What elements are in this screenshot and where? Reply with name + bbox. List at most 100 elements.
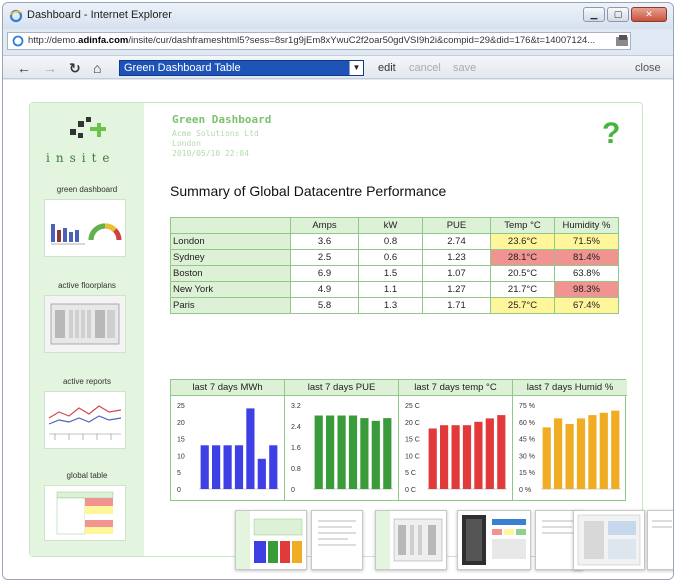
table-row: London 3.6 0.8 2.74 23.6°C 71.5%	[171, 234, 619, 250]
y-tick-label: 10 C	[405, 453, 420, 460]
sidebar-item-active-reports-label[interactable]: active reports	[30, 377, 144, 386]
y-tick-label: 0.8	[291, 466, 301, 473]
column-header	[171, 218, 291, 234]
chart-bar	[372, 421, 380, 489]
chart-temp: last 7 days temp °C 0 C5 C10 C15 C20 C25…	[399, 380, 513, 500]
y-tick-label: 30 %	[519, 453, 535, 460]
address-path: /insite/cur/dashframeshtml5?sess=8sr1g9j…	[128, 35, 595, 46]
column-header-temp: Temp °C	[491, 218, 555, 234]
back-arrow-icon[interactable]: ←	[17, 60, 31, 76]
chart-bar	[383, 418, 391, 489]
y-tick-label: 45 %	[519, 437, 535, 444]
address-bar[interactable]: http://demo.adinfa.com/insite/cur/dashfr…	[7, 32, 631, 50]
pue-cell: 1.27	[423, 282, 491, 298]
floorplan-thumbnail	[45, 296, 125, 352]
maximize-button[interactable]: ▢	[607, 7, 629, 22]
chart-bar	[258, 459, 266, 489]
city-cell: Paris	[171, 298, 291, 314]
y-tick-label: 0	[291, 487, 295, 494]
cancel-button[interactable]: cancel	[409, 62, 441, 74]
y-tick-label: 10	[177, 453, 185, 460]
sidebar-item-global-table-label[interactable]: global table	[30, 471, 144, 480]
compatibility-view-icon[interactable]	[615, 34, 629, 48]
chart-title: last 7 days MWh	[171, 380, 284, 396]
humidity-cell: 71.5%	[555, 234, 619, 250]
view-selector[interactable]: Green Dashboard Table ▼	[119, 60, 364, 76]
close-window-button[interactable]: ✕	[631, 7, 667, 22]
browser-window: Dashboard - Internet Explorer ▁ ▢ ✕ http…	[2, 2, 674, 580]
column-header-amps: Amps	[291, 218, 359, 234]
sidebar-item-green-dashboard-label[interactable]: green dashboard	[30, 185, 144, 194]
sidebar: insite green dashboard ac	[30, 103, 144, 556]
y-tick-label: 20	[177, 420, 185, 427]
amps-cell: 6.9	[291, 266, 359, 282]
forward-arrow-icon[interactable]: →	[43, 60, 57, 76]
y-tick-label: 1.6	[291, 445, 301, 452]
table-header-row: Amps kW PUE Temp °C Humidity %	[171, 218, 619, 234]
minimize-button[interactable]: ▁	[583, 7, 605, 22]
sidebar-item-green-dashboard[interactable]	[44, 199, 126, 257]
close-button[interactable]: close	[635, 62, 661, 74]
edit-button[interactable]: edit	[378, 62, 396, 74]
chart-bar	[554, 418, 562, 489]
humidity-chart-svg: 0 %15 %30 %45 %60 %75 %	[513, 397, 627, 499]
chart-bar	[429, 429, 437, 490]
y-tick-label: 25	[177, 403, 185, 410]
reports-thumbnail	[45, 392, 125, 448]
y-tick-label: 0 %	[519, 487, 531, 494]
summary-table: Amps kW PUE Temp °C Humidity % London 3.…	[170, 217, 619, 314]
app-toolbar: ← → ↻ ⌂ Green Dashboard Table ▼ edit can…	[3, 55, 673, 79]
kw-cell: 0.6	[359, 250, 423, 266]
screenshot-thumbnail[interactable]	[457, 510, 531, 570]
amps-cell: 3.6	[291, 234, 359, 250]
chart-bar	[349, 416, 357, 490]
thumbnail-preview	[648, 511, 674, 569]
chart-bar	[463, 425, 471, 489]
charts-row: last 7 days MWh 0510152025 last 7 days P…	[170, 379, 626, 501]
y-tick-label: 5 C	[405, 470, 416, 477]
thumbnail-preview	[376, 511, 446, 569]
table-row: Boston 6.9 1.5 1.07 20.5°C 63.8%	[171, 266, 619, 282]
temp-chart-svg: 0 C5 C10 C15 C20 C25 C	[399, 397, 513, 499]
kw-cell: 1.1	[359, 282, 423, 298]
humidity-cell: 63.8%	[555, 266, 619, 282]
sidebar-item-active-reports[interactable]	[44, 391, 126, 449]
screenshot-thumbnail[interactable]	[573, 510, 645, 570]
screenshot-thumbnail[interactable]	[235, 510, 307, 570]
document-thumbnail[interactable]	[647, 510, 674, 570]
y-tick-label: 0 C	[405, 487, 416, 494]
column-header-kw: kW	[359, 218, 423, 234]
chart-bar	[611, 411, 619, 489]
logo-text: insite	[46, 151, 116, 165]
chart-pue: last 7 days PUE 00.81.62.43.2	[285, 380, 399, 500]
screenshot-thumbnail[interactable]	[375, 510, 447, 570]
thumbnail-preview	[458, 511, 530, 569]
home-icon[interactable]: ⌂	[93, 60, 101, 76]
table-row: Sydney 2.5 0.6 1.23 28.1°C 81.4%	[171, 250, 619, 266]
temp-cell: 21.7°C	[491, 282, 555, 298]
temp-cell: 25.7°C	[491, 298, 555, 314]
thumbnail-preview	[312, 511, 362, 569]
column-header-humidity: Humidity %	[555, 218, 619, 234]
pue-cell: 1.23	[423, 250, 491, 266]
sidebar-item-active-floorplans-label[interactable]: active floorplans	[30, 281, 144, 290]
chevron-down-icon[interactable]: ▼	[349, 61, 363, 75]
page-content: insite green dashboard ac	[3, 80, 673, 580]
document-thumbnail[interactable]	[311, 510, 363, 570]
chart-bar	[326, 416, 334, 490]
amps-cell: 4.9	[291, 282, 359, 298]
temp-cell: 28.1°C	[491, 250, 555, 266]
save-button[interactable]: save	[453, 62, 476, 74]
chart-bar	[577, 418, 585, 489]
pue-chart-svg: 00.81.62.43.2	[285, 397, 399, 499]
city-cell: New York	[171, 282, 291, 298]
table-row: Paris 5.8 1.3 1.71 25.7°C 67.4%	[171, 298, 619, 314]
refresh-icon[interactable]: ↻	[69, 60, 81, 77]
chart-bar	[338, 416, 346, 490]
sidebar-item-global-table[interactable]	[44, 485, 126, 541]
summary-title: Summary of Global Datacentre Performance	[170, 183, 446, 199]
chart-bar	[440, 425, 448, 489]
sidebar-item-active-floorplans[interactable]	[44, 295, 126, 353]
help-icon[interactable]: ?	[602, 117, 620, 151]
chart-bar	[452, 425, 460, 489]
